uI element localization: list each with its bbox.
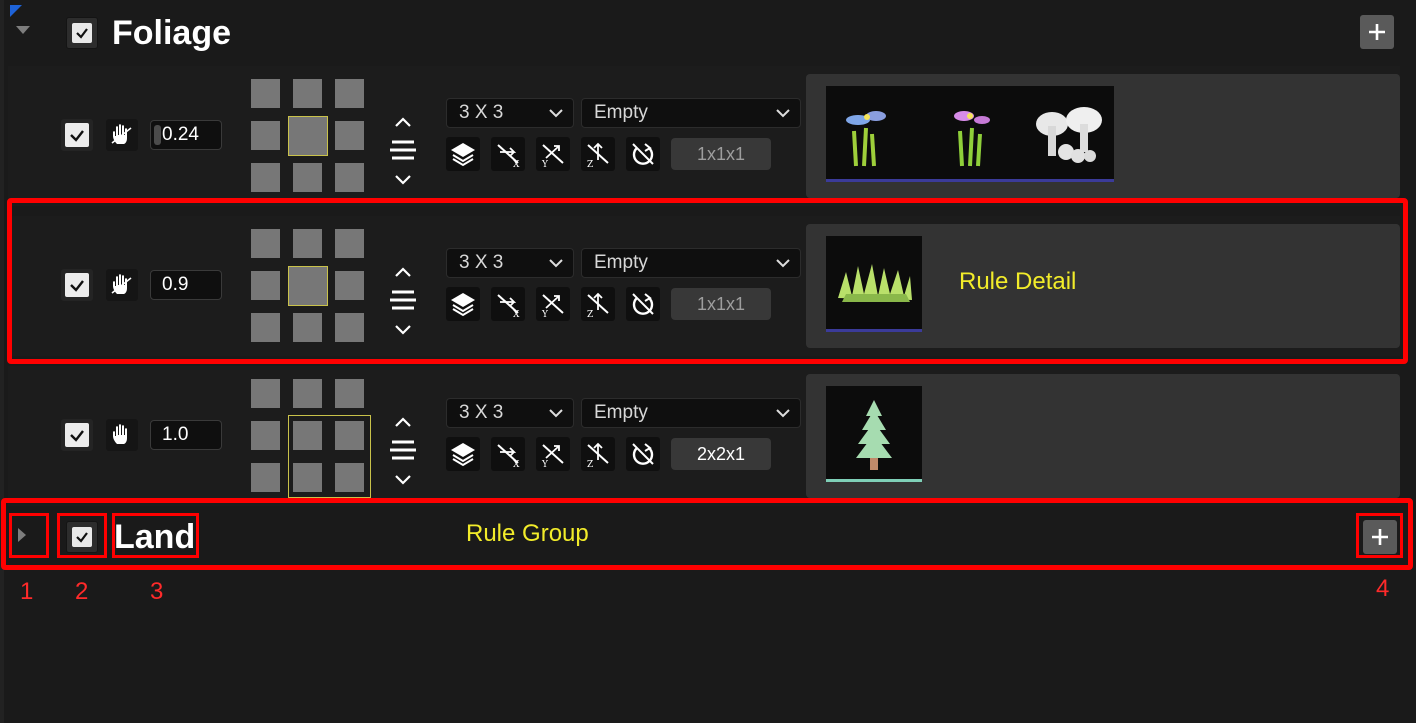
- grid-size-label[interactable]: 1x1x1: [671, 138, 771, 170]
- type-dropdown[interactable]: Empty: [581, 98, 801, 128]
- rule-detail-panel: [806, 74, 1400, 198]
- mesh-thumbnails: [826, 86, 1114, 182]
- svg-text:X: X: [513, 160, 520, 168]
- rule-detail-panel: [806, 374, 1400, 498]
- marker-label-1: 1: [20, 578, 34, 605]
- flip-y-icon[interactable]: Y: [536, 137, 570, 171]
- layers-icon[interactable]: [446, 137, 480, 171]
- weight-field[interactable]: 0.24: [150, 120, 222, 150]
- height-adjust-icon[interactable]: [388, 416, 418, 486]
- chevron-down-icon: [549, 109, 563, 118]
- grid-dropdown[interactable]: 3 X 3: [446, 98, 574, 128]
- hand-icon[interactable]: [106, 419, 138, 451]
- selection-outline: [288, 415, 371, 498]
- svg-text:Y: Y: [541, 460, 549, 468]
- rule-enabled-checkbox[interactable]: [61, 119, 93, 151]
- rule-detail-highlight: [7, 198, 1408, 364]
- rule-group-highlight: [1, 498, 1413, 570]
- chevron-down-icon: [776, 409, 790, 418]
- flip-z-icon[interactable]: Z: [581, 437, 615, 471]
- flip-z-icon[interactable]: Z: [581, 137, 615, 171]
- plus-icon: [1369, 24, 1385, 40]
- marker-label-2: 2: [75, 578, 89, 605]
- chevron-down-icon: [549, 409, 563, 418]
- flip-y-icon[interactable]: Y: [536, 437, 570, 471]
- add-rule-button[interactable]: [1360, 15, 1394, 49]
- type-dropdown[interactable]: Empty: [581, 398, 801, 428]
- no-rotate-icon[interactable]: [626, 437, 660, 471]
- flower-pink-thumbnail[interactable]: [922, 86, 1018, 182]
- marker-label-3: 3: [150, 578, 164, 605]
- flower-thumbnail[interactable]: [826, 86, 922, 182]
- neighbor-grid[interactable]: [251, 379, 371, 499]
- rule-enabled-checkbox[interactable]: [61, 419, 93, 451]
- group-checkbox-foliage[interactable]: [66, 17, 98, 49]
- flip-x-icon[interactable]: X: [491, 137, 525, 171]
- svg-text:Z: Z: [587, 460, 593, 468]
- marker-box-4: [1356, 513, 1403, 558]
- tree-thumbnail[interactable]: [826, 386, 922, 482]
- chevron-down-icon: [776, 109, 790, 118]
- mushroom-thumbnail[interactable]: [1018, 86, 1114, 182]
- grid-size-label[interactable]: 2x2x1: [671, 438, 771, 470]
- group-title: Foliage: [112, 14, 232, 52]
- marker-label-4: 4: [1376, 575, 1390, 602]
- group-header-foliage: Foliage: [4, 4, 1412, 62]
- flip-x-icon[interactable]: X: [491, 437, 525, 471]
- weight-field[interactable]: 1.0: [150, 420, 222, 450]
- marker-box-3: [112, 513, 199, 558]
- svg-text:Z: Z: [587, 160, 593, 168]
- marker-box-1: [9, 513, 49, 558]
- svg-text:Y: Y: [541, 160, 549, 168]
- svg-text:X: X: [513, 460, 520, 468]
- layers-icon[interactable]: [446, 437, 480, 471]
- rule-row: 1.0 3 X 3 Empty X Y Z 2x2x1: [8, 366, 1400, 506]
- height-adjust-icon[interactable]: [388, 116, 418, 186]
- left-edge: [0, 0, 4, 723]
- marker-box-2: [57, 513, 107, 558]
- chevron-down-icon[interactable]: [14, 24, 32, 38]
- neighbor-grid[interactable]: [251, 79, 367, 195]
- hand-icon[interactable]: [106, 119, 138, 151]
- grid-dropdown[interactable]: 3 X 3: [446, 398, 574, 428]
- mesh-thumbnails: [826, 386, 922, 482]
- rule-row: 0.24 3 X 3 Empty X Y Z 1x1x1: [8, 66, 1400, 206]
- no-rotate-icon[interactable]: [626, 137, 660, 171]
